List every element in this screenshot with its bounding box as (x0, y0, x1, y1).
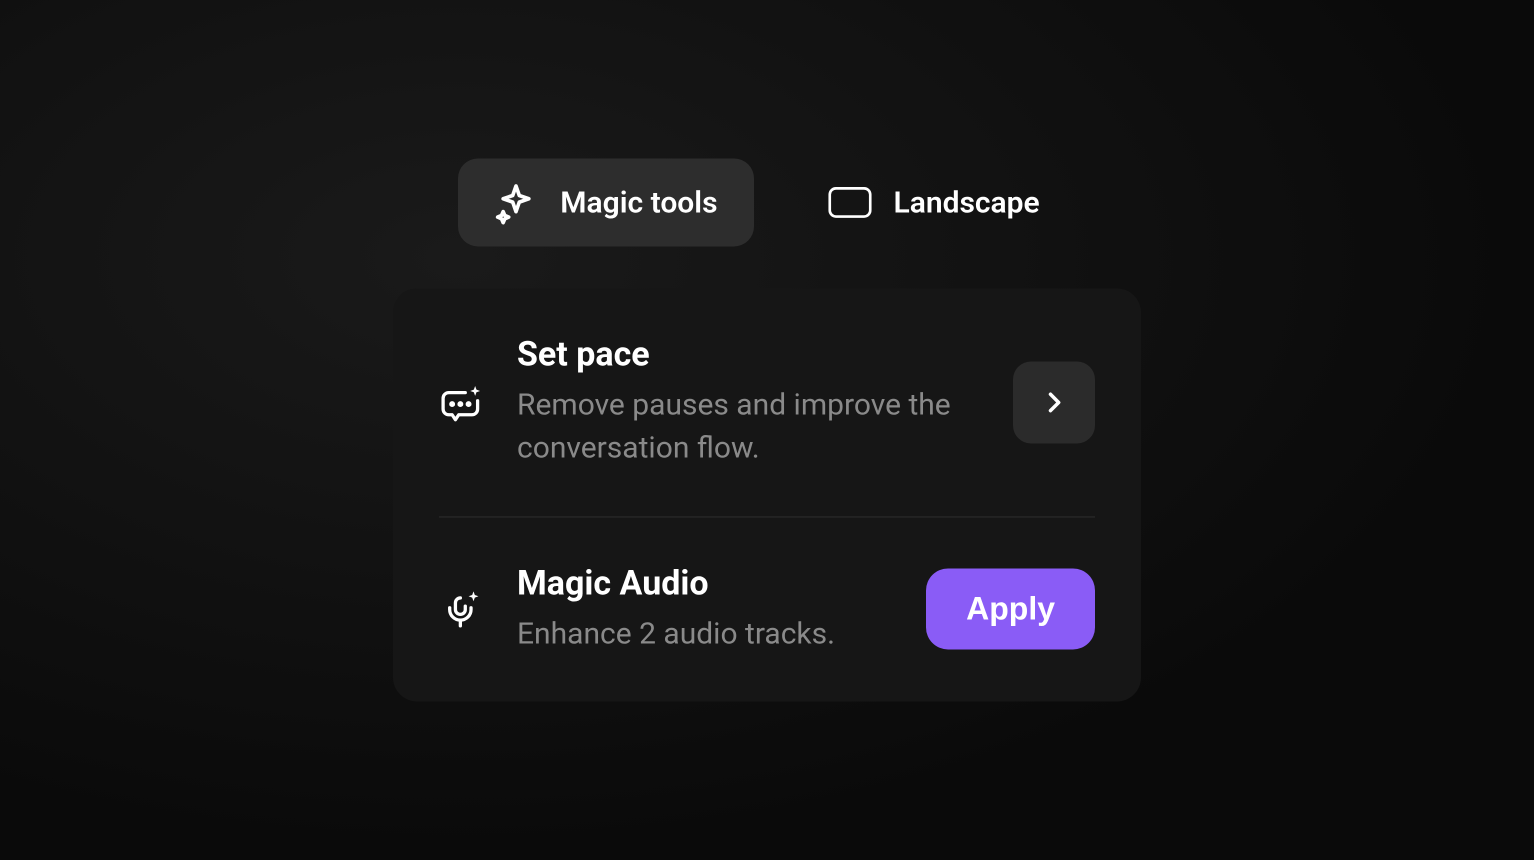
chevron-right-icon (1040, 388, 1068, 416)
apply-button[interactable]: Apply (926, 569, 1095, 650)
magic-audio-text: Magic Audio Enhance 2 audio tracks. (517, 563, 894, 655)
magic-audio-description: Enhance 2 audio tracks. (517, 612, 894, 656)
set-pace-text: Set pace Remove pauses and improve the c… (517, 334, 981, 470)
row-set-pace: Set pace Remove pauses and improve the c… (439, 288, 1095, 516)
row-magic-audio: Magic Audio Enhance 2 audio tracks. Appl… (439, 516, 1095, 701)
magic-tools-panel: Set pace Remove pauses and improve the c… (393, 288, 1141, 701)
set-pace-title: Set pace (517, 334, 981, 375)
magic-tools-container: Magic tools Landscape (393, 158, 1141, 701)
tab-bar: Magic tools Landscape (458, 158, 1075, 246)
landscape-icon (828, 180, 872, 224)
tab-landscape[interactable]: Landscape (792, 158, 1076, 246)
set-pace-description: Remove pauses and improve the conversati… (517, 383, 981, 470)
tab-landscape-label: Landscape (894, 185, 1040, 220)
tab-magic-tools[interactable]: Magic tools (458, 158, 753, 246)
tab-magic-tools-label: Magic tools (560, 185, 717, 220)
mic-sparkle-icon (439, 586, 485, 632)
chat-sparkle-icon (439, 379, 485, 425)
sparkle-icon (494, 180, 538, 224)
magic-audio-title: Magic Audio (517, 563, 894, 604)
set-pace-open-button[interactable] (1013, 361, 1095, 443)
